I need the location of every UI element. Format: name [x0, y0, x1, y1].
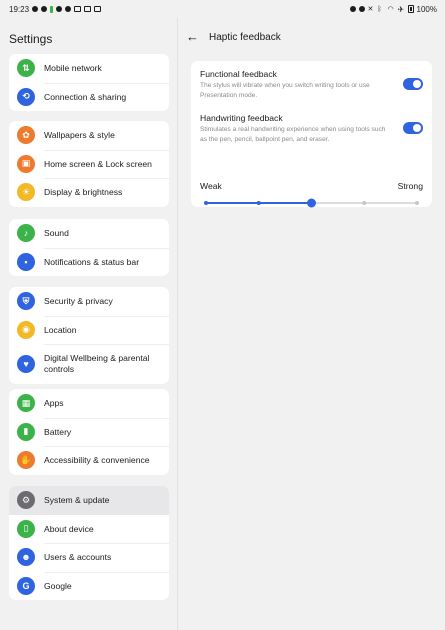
mobile-network-icon: ⇅ [17, 59, 35, 78]
settings-item-google[interactable]: G Google [9, 571, 169, 601]
slider-step-tick [204, 201, 208, 205]
settings-item-users-accounts[interactable]: ☻ Users & accounts [9, 543, 169, 572]
calendar-icon [84, 6, 92, 12]
intensity-weak-label: Weak [200, 181, 222, 191]
intensity-strong-label: Strong [397, 181, 423, 191]
settings-item-label: About device [44, 523, 94, 534]
settings-item-label: Home screen & Lock screen [44, 158, 152, 169]
shield-status-icon [56, 6, 63, 12]
settings-item-digital-wellbeing[interactable]: ♥ Digital Wellbeing & parental controls [9, 344, 169, 384]
apps-grid-icon: ▦ [17, 394, 35, 413]
settings-item-label: Digital Wellbeing & parental controls [44, 353, 150, 374]
functional-feedback-description: The stylus will vibrate when you switch … [200, 82, 370, 99]
gallery-icon [74, 6, 82, 12]
settings-item-label: System & update [44, 495, 110, 506]
settings-group-apps: ▦ Apps ▮ Battery ✋ Accessibility & conve… [9, 389, 169, 475]
gear-icon: ⚙ [17, 491, 35, 510]
settings-item-security-privacy[interactable]: ⛨ Security & privacy [9, 287, 169, 316]
handwriting-feedback-description: Stimulates a real handwriting experience… [200, 126, 386, 143]
handwriting-feedback-title: Handwriting feedback [200, 113, 283, 123]
wifi-icon: ◠ [387, 5, 394, 13]
settings-item-label: Display & brightness [44, 187, 123, 198]
handwriting-feedback-toggle[interactable] [403, 122, 423, 134]
slider-step-tick [362, 201, 367, 205]
settings-item-accessibility[interactable]: ✋ Accessibility & convenience [9, 446, 169, 475]
haptic-card: Functional feedback The stylus will vibr… [191, 61, 432, 208]
settings-item-label: Security & privacy [44, 296, 113, 307]
location-status-icon [65, 6, 72, 12]
settings-item-battery[interactable]: ▮ Battery [9, 417, 169, 447]
messenger-icon [41, 6, 48, 12]
settings-item-label: Users & accounts [44, 552, 112, 563]
functional-feedback-title: Functional feedback [200, 69, 277, 79]
notification-icon: ▪ [17, 252, 35, 271]
status-time: 19:23 [9, 4, 30, 14]
settings-item-connection-sharing[interactable]: ⟲ Connection & sharing [9, 82, 169, 112]
brightness-icon: ☀ [17, 183, 35, 202]
whatsapp-icon [32, 6, 39, 12]
settings-group-personalization: ✿ Wallpapers & style ▣ Home screen & Loc… [9, 121, 169, 207]
page-title: Haptic feedback [209, 32, 281, 43]
settings-group-sound: ♪ Sound ▪ Notifications & status bar [9, 219, 169, 276]
settings-item-system-update[interactable]: ⚙ System & update [9, 486, 169, 515]
settings-item-label: Wallpapers & style [44, 130, 115, 141]
settings-pane: Settings ⇅ Mobile network ⟲ Connection &… [0, 18, 178, 630]
airplane-icon: ✈ [397, 4, 405, 14]
app-indicator-icon [50, 5, 54, 13]
settings-item-label: Notifications & status bar [44, 256, 140, 267]
settings-group-system: ⚙ System & update ▯ About device ☻ Users… [9, 486, 169, 600]
home-screen-icon: ▣ [17, 154, 35, 173]
functional-feedback-toggle[interactable] [403, 78, 423, 90]
settings-item-label: Accessibility & convenience [44, 455, 150, 466]
settings-item-display-brightness[interactable]: ☀ Display & brightness [9, 178, 169, 207]
back-arrow-icon[interactable]: ← [186, 30, 200, 44]
bell-icon: ♪ [17, 224, 35, 243]
alarm-icon [358, 6, 365, 12]
location-pin-icon: ◉ [17, 320, 35, 339]
settings-item-label: Google [44, 580, 72, 591]
settings-item-notifications[interactable]: ▪ Notifications & status bar [9, 247, 169, 277]
settings-title: Settings [9, 32, 53, 46]
settings-item-label: Battery [44, 426, 72, 437]
accessibility-hand-icon: ✋ [17, 451, 35, 470]
settings-item-home-lock-screen[interactable]: ▣ Home screen & Lock screen [9, 149, 169, 179]
battery-percent: 100% [416, 4, 437, 14]
mute-icon: ✕ [367, 5, 374, 13]
slider-thumb[interactable] [307, 198, 316, 208]
slider-step-tick [415, 201, 419, 205]
settings-item-label: Location [44, 324, 77, 335]
settings-item-about-device[interactable]: ▯ About device [9, 515, 169, 544]
settings-item-label: Connection & sharing [44, 91, 127, 102]
settings-item-wallpapers-style[interactable]: ✿ Wallpapers & style [9, 121, 169, 150]
settings-item-label: Mobile network [44, 63, 102, 74]
palette-icon: ✿ [17, 126, 35, 145]
notes-icon [94, 6, 102, 12]
settings-item-sound[interactable]: ♪ Sound [9, 219, 169, 248]
battery-status-icon [407, 5, 414, 13]
settings-group-security: ⛨ Security & privacy ◉ Location ♥ Digita… [9, 287, 169, 384]
intensity-slider[interactable] [191, 193, 432, 213]
haptic-feedback-pane: ← Haptic feedback Functional feedback Th… [178, 18, 445, 630]
battery-icon: ▮ [17, 422, 35, 441]
heart-icon: ♥ [17, 355, 35, 373]
settings-item-label: Apps [44, 398, 64, 409]
user-icon: ☻ [17, 548, 35, 567]
status-bar: 19:23 ✕ ᛒ ◠ ✈ 100% [0, 0, 445, 18]
settings-group-network: ⇅ Mobile network ⟲ Connection & sharing [9, 54, 169, 111]
device-icon: ▯ [17, 519, 35, 538]
settings-item-label: Sound [44, 228, 69, 239]
connection-sharing-icon: ⟲ [17, 87, 35, 106]
settings-item-mobile-network[interactable]: ⇅ Mobile network [9, 54, 169, 83]
bluetooth-icon: ᛒ [377, 5, 382, 13]
shield-icon: ⛨ [17, 292, 35, 311]
slider-step-tick [256, 201, 261, 205]
face-icon [349, 6, 356, 12]
settings-item-location[interactable]: ◉ Location [9, 315, 169, 345]
google-icon: G [17, 576, 35, 595]
settings-item-apps[interactable]: ▦ Apps [9, 389, 169, 418]
